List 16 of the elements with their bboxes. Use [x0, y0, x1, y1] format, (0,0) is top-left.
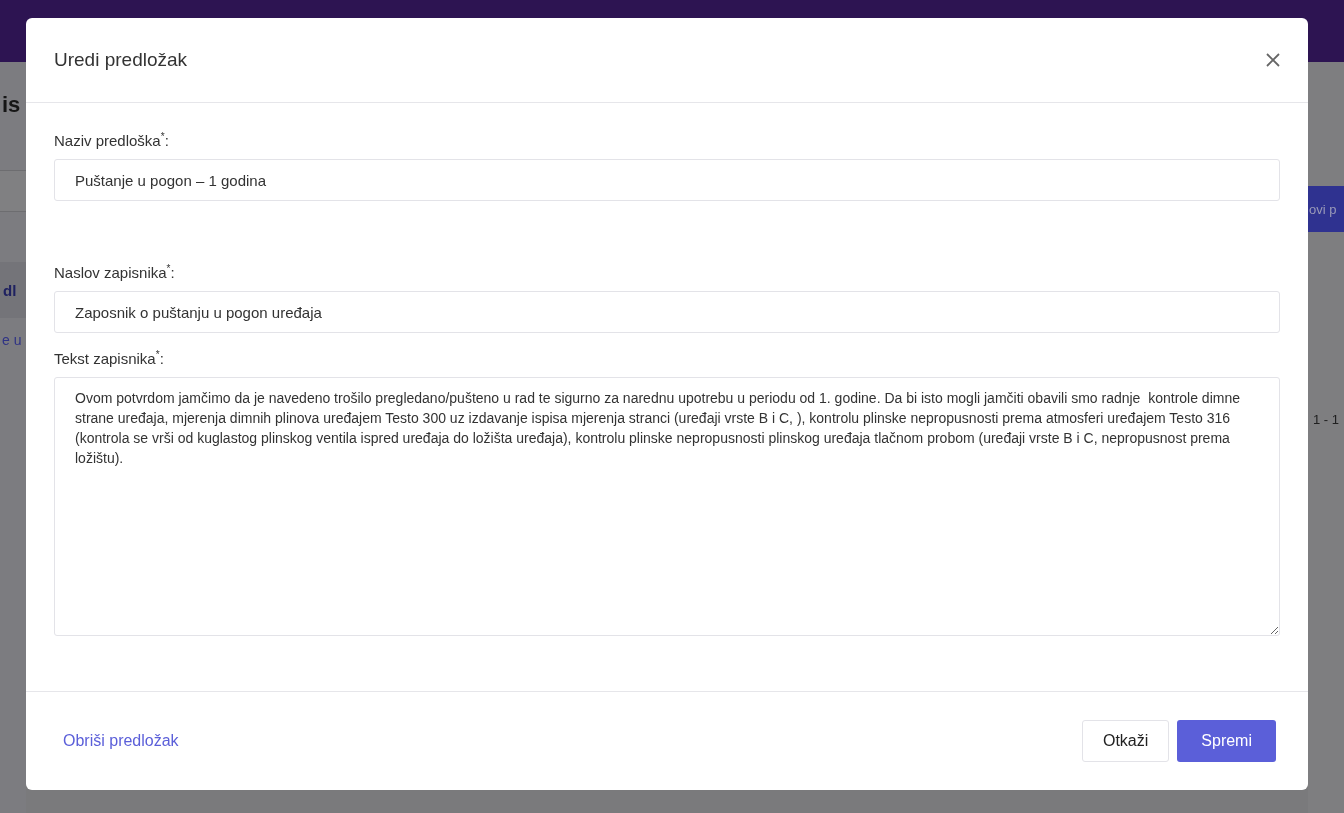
field-label: Tekst zapisnika$^{*}$: [54, 349, 164, 367]
field-label: Naslov zapisnika$^{*}$: [54, 263, 175, 281]
field-label: Naziv predloška$^{*}$: [54, 131, 169, 149]
page-title: is [1, 92, 22, 118]
pagination-text: 1 - 1 [1312, 412, 1340, 427]
search-field[interactable] [0, 170, 26, 212]
input-field[interactable]: Zaposnik o puštanju u pogon uređaja [54, 291, 1280, 333]
input-field[interactable]: Puštanje u pogon – 1 godina [54, 159, 1280, 201]
close-icon[interactable] [1266, 53, 1280, 67]
table-cell-text: e u [1, 332, 23, 348]
text-area[interactable]: Ovom potvrdom jamčimo da je navedeno trošilo pregledano/pušteno u rad te sigurno za narednu upotrebu u periodu od 1. godine. Da bi isto mogli jamčiti obavili smo radnje kontrole dimne strane uređaja, mjerenja dimnih plinova uređajem Testo 300 uz izdavanje ispisa mjerenja stranci (uređaji vrste B i C, ), kontrolu plinske nepropusnosti prema atmosferi uređajem Testo 316 (kontrola se vrši od kuglastog plinskog ventila ispred uređaja do ložišta uređaja), kontrolu plinske nepropusnosti plinskog uređaja tlačnom probom (uređaji vrste B i C, nepropusnost prema ložištu). [54, 377, 1280, 636]
new-template-button[interactable]: ovi p [1308, 186, 1344, 232]
cancel-button[interactable]: Otkaži [1081, 720, 1170, 762]
save-button[interactable]: Spremi [1177, 720, 1276, 762]
delete-template-link[interactable]: Obriši predložak [63, 732, 179, 750]
dialog-title: Uredi predložak [54, 49, 188, 71]
